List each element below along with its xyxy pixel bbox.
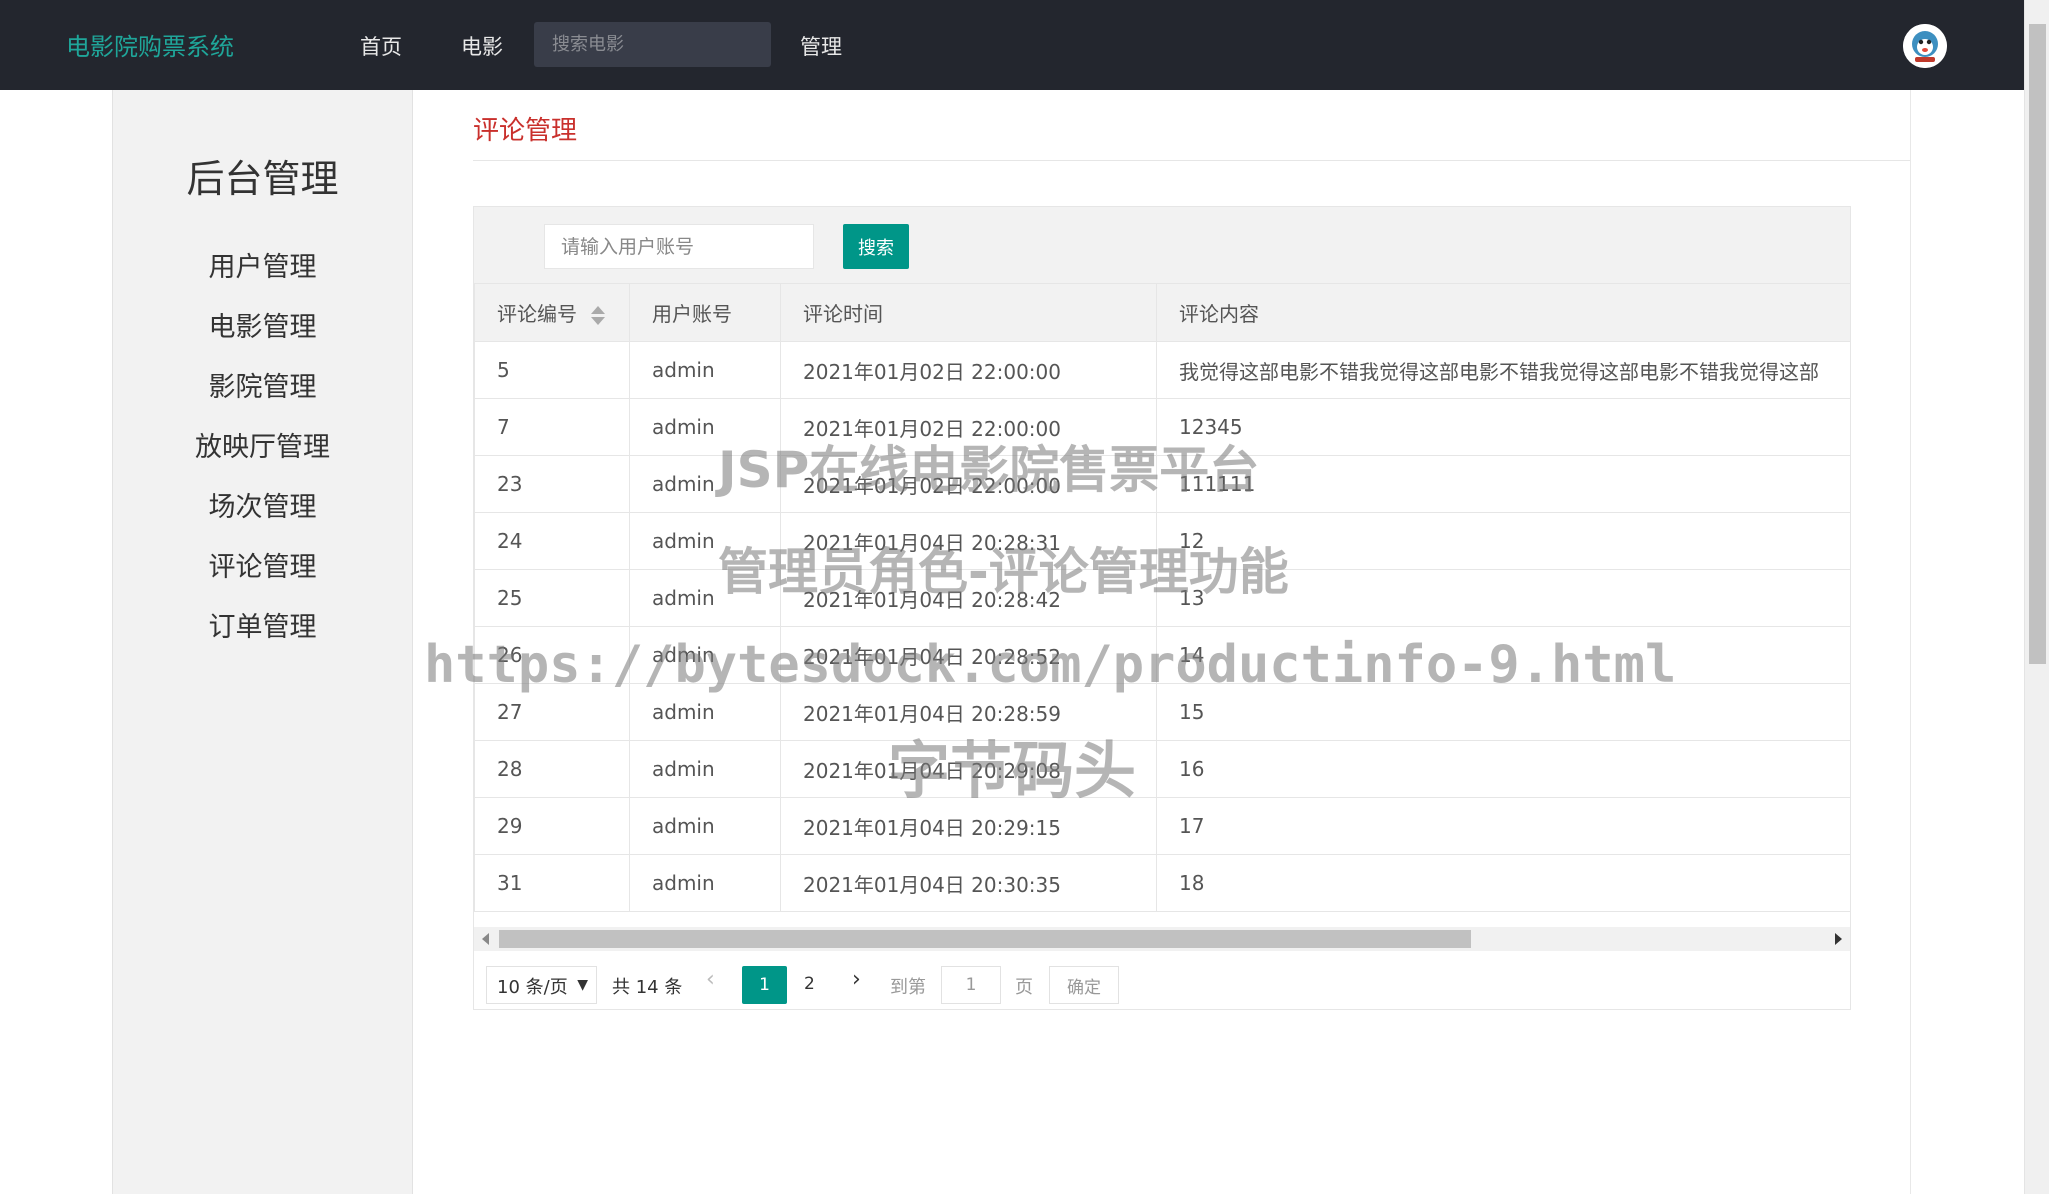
page-size-select[interactable]: 10 条/页 ▼: [486, 966, 597, 1004]
content-right-border: [1910, 90, 1911, 1194]
table-scrollbar-thumb[interactable]: [499, 930, 1471, 948]
nav-admin[interactable]: 管理: [800, 31, 842, 61]
cell-user-account: admin: [629, 797, 781, 855]
pagination: 10 条/页 ▼ 共 14 条 ‹ 1 2 › 到第 页 确定: [474, 955, 1850, 1011]
watermark-subtitle: 管理员角色-评论管理功能: [718, 543, 1289, 601]
column-header-user-account: 用户账号: [629, 283, 781, 342]
scroll-left-arrow-icon[interactable]: [482, 933, 489, 945]
cell-comment-id: 29: [474, 797, 630, 855]
cell-comment-id: 28: [474, 740, 630, 798]
nav-home[interactable]: 首页: [360, 31, 402, 61]
column-header-comment-time: 评论时间: [780, 283, 1157, 342]
column-header-label: 评论编号: [497, 302, 577, 326]
table-header-row: 评论编号 用户账号 评论时间 评论内容: [474, 283, 1851, 342]
page-title: 评论管理: [473, 116, 578, 146]
sidebar-item-orders[interactable]: 订单管理: [113, 605, 412, 644]
brand-logo[interactable]: 电影院购票系统: [66, 27, 234, 62]
admin-sidebar: 后台管理 用户管理 电影管理 影院管理 放映厅管理 场次管理 评论管理 订单管理: [112, 90, 413, 1194]
top-navbar: 电影院购票系统 首页 电影 管理: [0, 0, 2024, 90]
cell-comment-time: 2021年01月02日 22:00:00: [780, 341, 1157, 399]
cell-comment-id: 24: [474, 512, 630, 570]
page-scrollbar[interactable]: [2024, 0, 2049, 1194]
total-count: 共 14 条: [612, 977, 683, 998]
sidebar-item-cinemas[interactable]: 影院管理: [113, 365, 412, 404]
cell-comment-content: 111111: [1156, 455, 1851, 513]
column-header-comment-content: 评论内容: [1156, 283, 1851, 342]
watermark-title: JSP在线电影院售票平台: [718, 441, 1260, 499]
user-avatar-icon[interactable]: [1903, 24, 1947, 68]
page-size-value: 10 条/页: [497, 977, 568, 998]
sort-icon[interactable]: [591, 305, 605, 327]
cell-comment-id: 23: [474, 455, 630, 513]
sidebar-item-sessions[interactable]: 场次管理: [113, 485, 412, 524]
table-row[interactable]: 28 admin 2021年01月04日 20:29:08 16: [474, 740, 1851, 798]
watermark-brand: 字节码头: [888, 734, 1137, 807]
table-row[interactable]: 29 admin 2021年01月04日 20:29:15 17: [474, 797, 1851, 855]
scroll-right-arrow-icon[interactable]: [1835, 933, 1842, 945]
search-button[interactable]: 搜索: [843, 224, 909, 269]
page-button-2[interactable]: 2: [804, 974, 815, 994]
table-toolbar: 搜索: [474, 207, 1850, 283]
cell-comment-id: 25: [474, 569, 630, 627]
watermark-url: https://bytesdock.com/productinfo-9.html: [424, 635, 1677, 695]
chevron-down-icon: ▼: [577, 977, 588, 993]
goto-unit-label: 页: [1015, 977, 1033, 998]
sidebar-item-halls[interactable]: 放映厅管理: [113, 425, 412, 464]
title-divider: [473, 160, 1910, 161]
nav-movies[interactable]: 电影: [461, 31, 503, 61]
cell-comment-id: 5: [474, 341, 630, 399]
table-horizontal-scrollbar[interactable]: [474, 927, 1850, 951]
cell-comment-content: 18: [1156, 854, 1851, 912]
next-page-icon[interactable]: ›: [852, 967, 861, 992]
cell-comment-content: 12345: [1156, 398, 1851, 456]
cell-comment-id: 7: [474, 398, 630, 456]
movie-search-input[interactable]: [534, 22, 771, 67]
sidebar-item-movies[interactable]: 电影管理: [113, 305, 412, 344]
column-header-comment-id[interactable]: 评论编号: [474, 283, 630, 342]
cell-comment-id: 31: [474, 854, 630, 912]
page-button-1[interactable]: 1: [742, 966, 787, 1004]
table-row[interactable]: 5 admin 2021年01月02日 22:00:00 我觉得这部电影不错我觉得这部…: [474, 341, 1851, 399]
comment-table-panel: 搜索 评论编号 用户账号 评论时间 评论内容 5admin2021年01月02日…: [473, 206, 1851, 1010]
goto-page-input[interactable]: [941, 966, 1001, 1004]
user-account-search-input[interactable]: [544, 224, 814, 269]
cell-user-account: admin: [629, 854, 781, 912]
sidebar-title: 后台管理: [186, 157, 339, 201]
cell-comment-time: 2021年01月04日 20:30:35: [780, 854, 1157, 912]
cell-comment-content: 16: [1156, 740, 1851, 798]
cell-user-account: admin: [629, 740, 781, 798]
goto-label: 到第: [890, 977, 926, 998]
cell-comment-content: 我觉得这部电影不错我觉得这部电影不错我觉得这部电影不错我觉得这部: [1156, 341, 1851, 399]
table-row[interactable]: 31 admin 2021年01月04日 20:30:35 18: [474, 854, 1851, 912]
goto-confirm-button[interactable]: 确定: [1049, 966, 1119, 1004]
page-scrollbar-thumb[interactable]: [2029, 24, 2046, 664]
sidebar-item-users[interactable]: 用户管理: [113, 245, 412, 284]
cell-user-account: admin: [629, 341, 781, 399]
prev-page-icon[interactable]: ‹: [706, 967, 715, 992]
sidebar-item-comments[interactable]: 评论管理: [113, 545, 412, 584]
cell-comment-content: 17: [1156, 797, 1851, 855]
